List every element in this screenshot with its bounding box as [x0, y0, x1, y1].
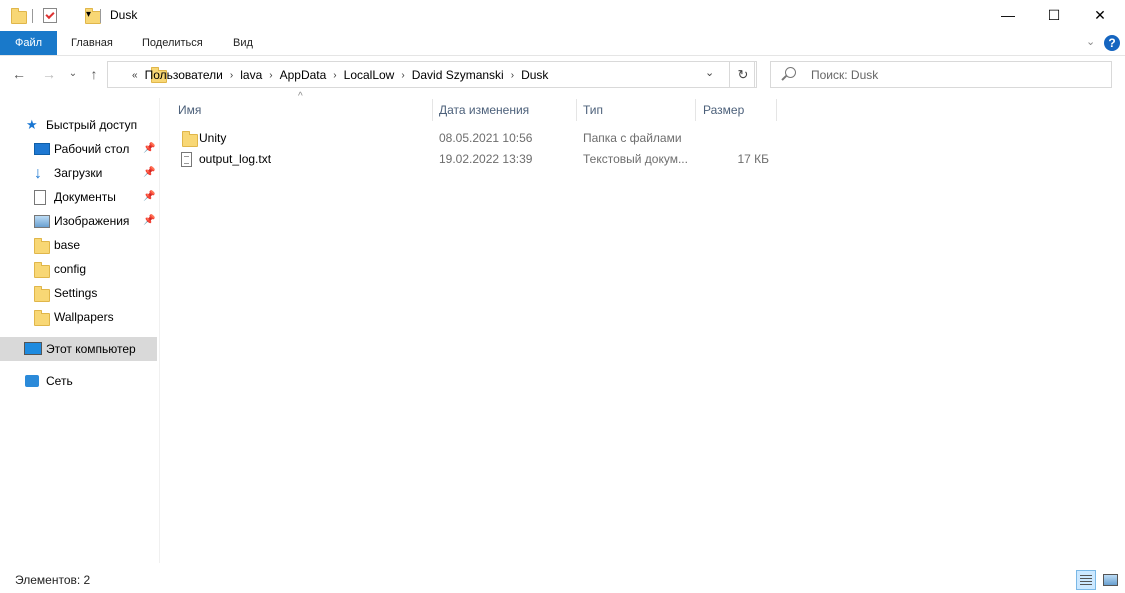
sidebar-item-label: Этот компьютер — [46, 342, 136, 356]
breadcrumb-locallow[interactable]: LocalLow — [344, 68, 395, 82]
sidebar-item-downloads[interactable]: ↓ Загрузки 📌 — [0, 161, 157, 185]
sidebar-item-wallpapers[interactable]: Wallpapers — [0, 305, 157, 329]
divider — [100, 9, 101, 23]
sidebar-item-pictures[interactable]: Изображения 📌 — [0, 209, 157, 233]
column-header-name[interactable]: Имя — [178, 99, 432, 121]
breadcrumb-separator[interactable]: › — [269, 70, 272, 81]
tab-file[interactable]: Файл — [0, 31, 57, 55]
column-header-date[interactable]: Дата изменения — [439, 99, 576, 121]
folder-icon — [11, 8, 27, 24]
sidebar-item-label: Документы — [54, 190, 116, 204]
file-name: Unity — [199, 131, 227, 145]
file-row[interactable]: output_log.txt 19.02.2022 13:39 Текстовы… — [175, 149, 775, 170]
back-button[interactable]: ← — [10, 64, 28, 84]
breadcrumb-users[interactable]: Пользователи — [145, 68, 223, 82]
network-icon — [25, 375, 39, 387]
details-view-button[interactable] — [1076, 570, 1096, 590]
close-button[interactable]: ✕ — [1077, 0, 1123, 31]
sidebar-item-documents[interactable]: Документы 📌 — [0, 185, 157, 209]
folder-icon — [34, 310, 50, 326]
sidebar-item-desktop[interactable]: Рабочий стол 📌 — [0, 137, 157, 161]
forward-button[interactable]: → — [40, 64, 58, 84]
file-name: output_log.txt — [199, 152, 272, 166]
overflow-chevron[interactable]: « — [132, 70, 138, 81]
title-bar — [0, 0, 1125, 31]
pin-icon[interactable]: 📌 — [143, 161, 155, 185]
file-type: Текстовый докум... — [583, 152, 688, 166]
desktop-icon — [34, 143, 50, 155]
file-date: 19.02.2022 13:39 — [439, 152, 533, 166]
sidebar-item-label: Рабочий стол — [54, 142, 130, 156]
help-icon[interactable]: ? — [1104, 35, 1120, 51]
folder-icon — [34, 286, 50, 302]
file-type: Папка с файлами — [583, 131, 682, 145]
sidebar-item-label: Быстрый доступ — [46, 118, 138, 132]
folder-icon — [34, 262, 50, 278]
sidebar-item-label: base — [54, 238, 81, 252]
recent-locations-button[interactable]: ⌄ — [64, 64, 82, 84]
up-button[interactable]: ↑ — [85, 64, 103, 84]
documents-icon — [34, 190, 46, 205]
breadcrumb-separator[interactable]: › — [333, 70, 336, 81]
pin-icon[interactable]: 📌 — [143, 209, 155, 233]
sidebar-item-label: Сеть — [46, 374, 73, 388]
tab-home[interactable]: Главная — [71, 31, 113, 55]
sidebar-item-label: Settings — [54, 286, 98, 300]
maximize-button[interactable]: ☐ — [1031, 0, 1077, 31]
column-header-type[interactable]: Тип — [583, 99, 695, 121]
sidebar-item-quick-access[interactable]: ★ Быстрый доступ — [0, 113, 157, 137]
search-icon — [785, 67, 796, 78]
computer-icon — [24, 342, 42, 355]
sidebar-item-config[interactable]: config — [0, 257, 157, 281]
column-divider[interactable] — [776, 99, 777, 121]
refresh-button[interactable]: ↻ — [729, 61, 757, 88]
breadcrumb-dusk[interactable]: Dusk — [521, 68, 548, 82]
status-item-count: Элементов: 2 — [15, 573, 91, 587]
column-divider[interactable] — [576, 99, 577, 121]
breadcrumb-separator[interactable]: › — [230, 70, 233, 81]
sidebar-item-base[interactable]: base — [0, 233, 157, 257]
search-placeholder[interactable]: Поиск: Dusk — [811, 68, 878, 82]
sidebar-item-label: Изображения — [54, 214, 130, 228]
column-header-size[interactable]: Размер — [703, 99, 775, 121]
folder-icon — [182, 131, 198, 147]
sidebar-item-label: config — [54, 262, 87, 276]
expand-ribbon-icon[interactable]: ⌄ — [1086, 35, 1095, 48]
text-file-icon — [181, 152, 192, 167]
divider — [32, 9, 33, 23]
customize-toolbar-icon[interactable]: ▾ — [86, 9, 91, 20]
tab-share[interactable]: Поделиться — [142, 31, 203, 55]
pictures-icon — [34, 215, 50, 228]
sidebar-item-label: Загрузки — [54, 166, 103, 180]
minimize-button[interactable]: — — [985, 0, 1031, 31]
large-icons-view-button[interactable] — [1100, 570, 1120, 590]
pin-icon[interactable]: 📌 — [143, 185, 155, 209]
breadcrumb-separator[interactable]: › — [401, 70, 404, 81]
downloads-icon: ↓ — [34, 165, 42, 182]
star-icon: ★ — [26, 117, 38, 132]
folder-icon — [34, 238, 50, 254]
sidebar-item-network[interactable]: Сеть — [0, 369, 157, 393]
column-divider[interactable] — [432, 99, 433, 121]
breadcrumb-separator[interactable]: › — [511, 70, 514, 81]
breadcrumb: « Пользователи › lava › AppData › LocalL… — [131, 66, 554, 84]
sidebar-item-this-pc[interactable]: Этот компьютер — [0, 337, 157, 361]
file-date: 08.05.2021 10:56 — [439, 131, 533, 145]
file-size: 17 КБ — [737, 152, 769, 166]
tab-view[interactable]: Вид — [233, 31, 253, 55]
address-dropdown-icon[interactable]: ⌄ — [705, 66, 714, 79]
column-divider[interactable] — [695, 99, 696, 121]
pin-icon[interactable]: 📌 — [143, 137, 155, 161]
properties-icon[interactable] — [43, 8, 57, 23]
breadcrumb-david-szymanski[interactable]: David Szymanski — [412, 68, 504, 82]
sidebar-item-label: Wallpapers — [54, 310, 114, 324]
window-title: Dusk — [110, 8, 138, 22]
file-row[interactable]: Unity 08.05.2021 10:56 Папка с файлами — [175, 128, 775, 149]
breadcrumb-lava[interactable]: lava — [240, 68, 262, 82]
sidebar-item-settings[interactable]: Settings — [0, 281, 157, 305]
breadcrumb-appdata[interactable]: AppData — [280, 68, 327, 82]
